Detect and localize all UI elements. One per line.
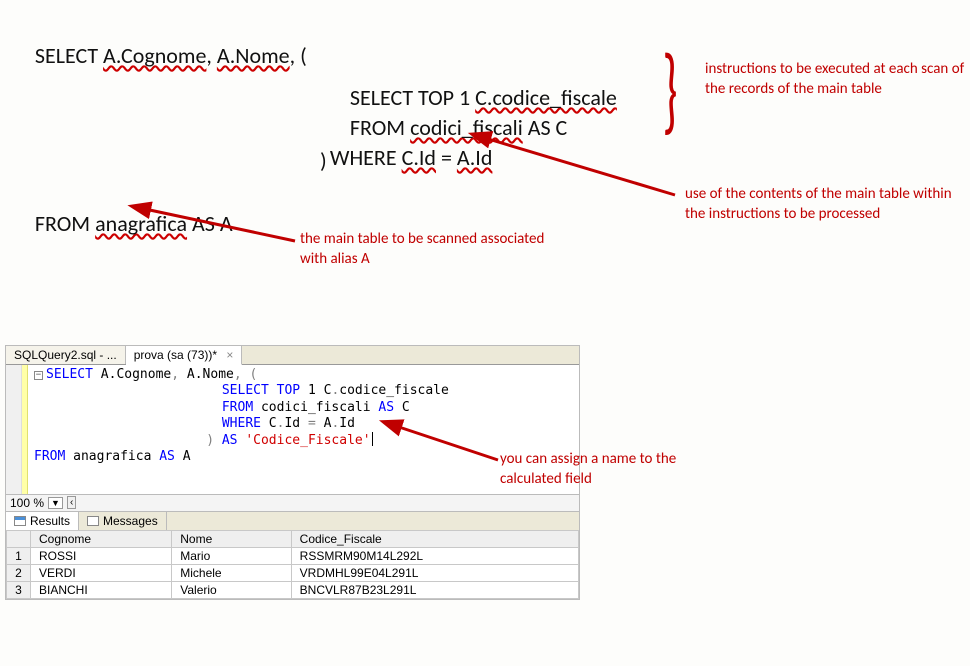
kw: WHERE — [222, 416, 261, 431]
fold-icon[interactable]: − — [34, 371, 43, 380]
t: A — [316, 416, 332, 431]
annotation-main-table: the main table to be scanned associated … — [300, 230, 560, 269]
paren-open: , ( — [290, 42, 307, 69]
cell-cognome: ROSSI — [31, 547, 172, 564]
cell-cf: VRDMHL99E04L291L — [291, 564, 578, 581]
tab-results-label: Results — [30, 514, 70, 528]
p: , — [234, 367, 242, 382]
col-cognome[interactable]: Cognome — [31, 530, 172, 547]
tab-connection[interactable]: prova (sa (73))* × — [126, 346, 243, 365]
p: , — [171, 367, 179, 382]
cell-cognome: VERDI — [31, 564, 172, 581]
grid-icon — [14, 516, 26, 526]
tab-connection-label: prova (sa (73))* — [134, 348, 217, 362]
t — [242, 367, 250, 382]
tab-messages[interactable]: Messages — [79, 512, 167, 530]
corner-cell — [7, 530, 31, 547]
sql-line-5: ) — [320, 147, 327, 174]
editor-tabstrip: SQLQuery2.sql - ... prova (sa (73))* × — [6, 346, 579, 365]
t: codice_fiscale — [339, 383, 449, 398]
kw-from-outer: FROM — [35, 210, 95, 237]
kw: AS — [159, 449, 175, 464]
tab-results[interactable]: Results — [6, 512, 79, 530]
tab-file-label: SQLQuery2.sql - ... — [14, 348, 117, 362]
str: 'Codice_Fiscale' — [245, 433, 370, 448]
annotation-exec: instructions to be executed at each scan… — [705, 60, 965, 99]
rownum: 3 — [7, 581, 31, 598]
kw: AS — [378, 400, 394, 415]
t: A — [175, 449, 191, 464]
rownum: 1 — [7, 547, 31, 564]
tab-messages-label: Messages — [103, 514, 158, 528]
sql-line-1: SELECT A.Cognome, A.Nome, ( — [15, 15, 307, 96]
text-cursor — [372, 432, 373, 446]
table-row[interactable]: 3 BIANCHI Valerio BNCVLR87B23L291L — [7, 581, 579, 598]
rownum: 2 — [7, 564, 31, 581]
t — [214, 433, 222, 448]
kw: SELECT — [46, 367, 93, 382]
p: ( — [250, 367, 258, 382]
zoom-value: 100 % — [10, 496, 44, 510]
col-nome[interactable]: Nome — [172, 530, 291, 547]
t: anagrafica — [65, 449, 159, 464]
scroll-left-button[interactable]: ‹ — [67, 496, 76, 509]
table-row[interactable]: 1 ROSSI Mario RSSMRM90M14L292L — [7, 547, 579, 564]
t: Id — [284, 416, 307, 431]
kw: SELECT — [222, 383, 269, 398]
cell-nome: Valerio — [172, 581, 291, 598]
sql-diagram: SELECT A.Cognome, A.Nome, ( SELECT TOP 1… — [15, 15, 955, 325]
messages-icon — [87, 516, 99, 526]
col-cognome: A.Cognome — [103, 42, 206, 69]
t: Id — [339, 416, 355, 431]
arrow-main-table — [135, 203, 315, 268]
cell-nome: Mario — [172, 547, 291, 564]
arrow-correlated — [475, 130, 695, 215]
results-grid[interactable]: Cognome Nome Codice_Fiscale 1 ROSSI Mari… — [6, 530, 579, 599]
p: = — [308, 416, 316, 431]
t — [269, 383, 277, 398]
cell-cognome: BIANCHI — [31, 581, 172, 598]
close-icon[interactable]: × — [226, 348, 233, 362]
annotation-correlated: use of the contents of the main table wi… — [685, 185, 965, 224]
cell-nome: Michele — [172, 564, 291, 581]
col-codice-fiscale[interactable]: Codice_Fiscale — [291, 530, 578, 547]
cell-cf: RSSMRM90M14L292L — [291, 547, 578, 564]
kw: FROM — [34, 449, 65, 464]
p: ) — [206, 433, 214, 448]
t: A.Cognome — [93, 367, 171, 382]
annotation-alias: you can assign a name to the calculated … — [500, 450, 720, 489]
where-left: C.Id — [402, 144, 436, 171]
t: 1 C — [300, 383, 331, 398]
kw: FROM — [222, 400, 253, 415]
tab-file[interactable]: SQLQuery2.sql - ... — [6, 346, 126, 364]
sep: , — [206, 42, 216, 69]
bookmark-gutter — [6, 365, 22, 494]
t: C — [394, 400, 410, 415]
col-nome: A.Nome — [217, 42, 290, 69]
kw-where: WHERE — [330, 144, 402, 171]
cell-cf: BNCVLR87B23L291L — [291, 581, 578, 598]
kw-select: SELECT — [35, 42, 103, 69]
t: A.Nome — [179, 367, 234, 382]
sql-line-4: WHERE C.Id = A.Id — [310, 117, 492, 198]
t: C — [261, 416, 277, 431]
where-eq: = — [436, 144, 457, 171]
header-row: Cognome Nome Codice_Fiscale — [7, 530, 579, 547]
zoom-dropdown[interactable]: ▼ — [48, 497, 63, 509]
result-tabstrip: Results Messages — [6, 511, 579, 530]
arrow-alias — [388, 420, 518, 475]
t: codici_fiscali — [253, 400, 378, 415]
zoom-bar: 100 % ▼ ‹ — [6, 494, 579, 511]
table-row[interactable]: 2 VERDI Michele VRDMHL99E04L291L — [7, 564, 579, 581]
kw: AS — [222, 433, 238, 448]
kw: TOP — [277, 383, 300, 398]
